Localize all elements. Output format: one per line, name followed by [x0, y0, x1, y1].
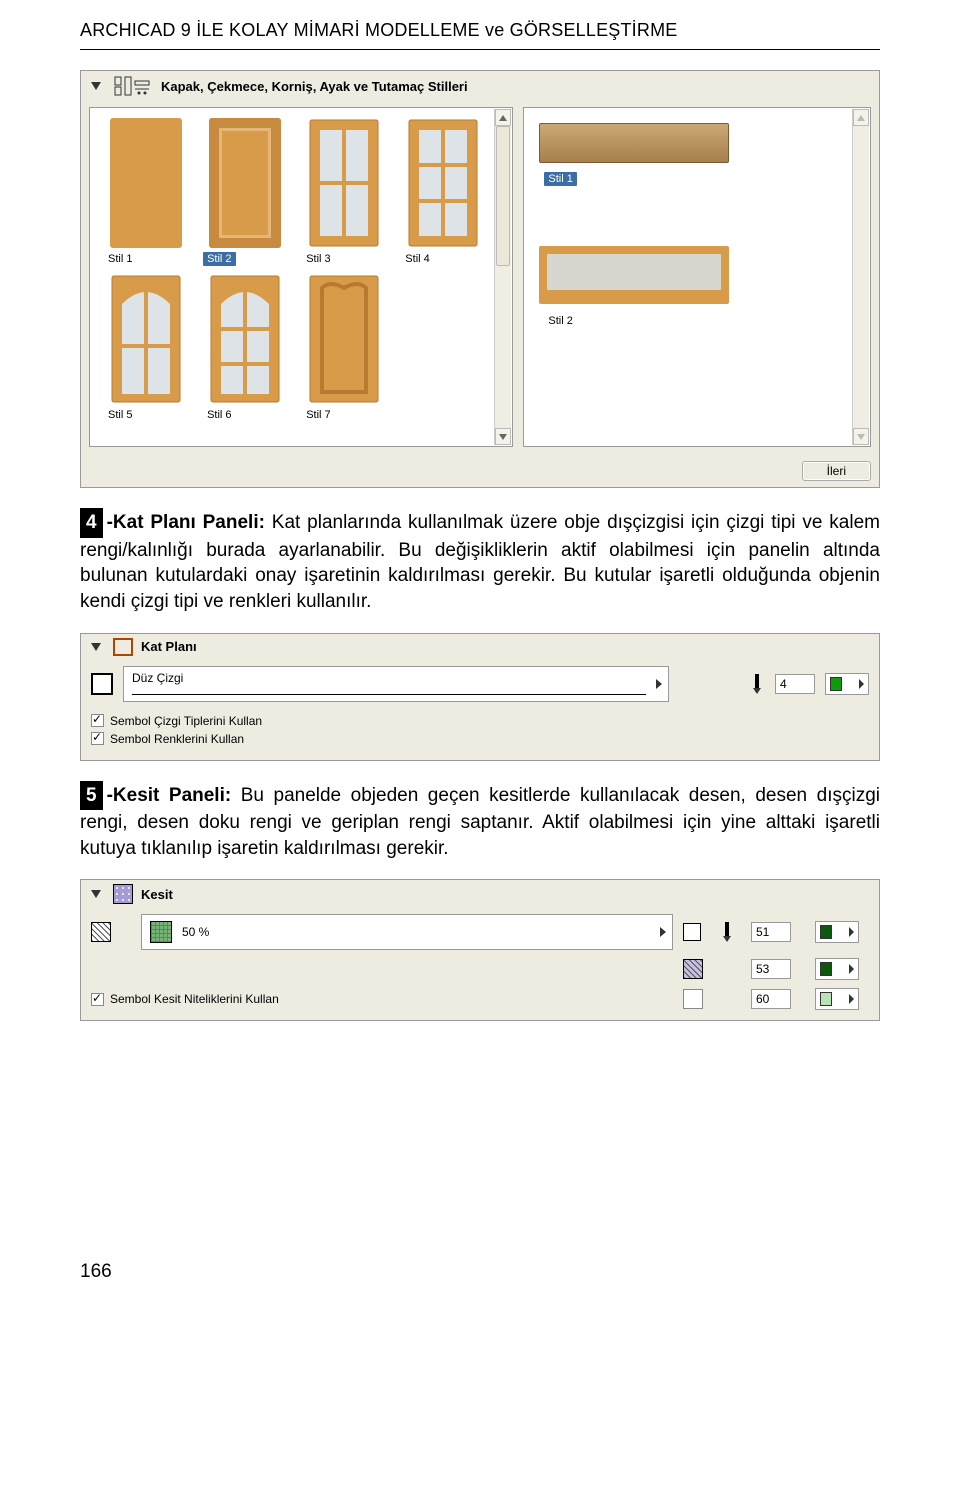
door-style-5[interactable]: Stil 5	[98, 272, 193, 424]
dropdown-arrow-icon	[660, 927, 666, 937]
pen-color-chip[interactable]	[825, 673, 869, 695]
door-styles-list[interactable]: Stil 1 Stil 2	[89, 107, 513, 447]
door-style-4[interactable]: Stil 4	[395, 116, 490, 268]
styles-panel-header[interactable]: Kapak, Çekmece, Korniş, Ayak ve Tutamaç …	[81, 71, 879, 101]
katplani-panel-header[interactable]: Kat Planı	[81, 634, 879, 660]
styles-panel: Kapak, Çekmece, Korniş, Ayak ve Tutamaç …	[80, 70, 880, 488]
kesit-panel-header[interactable]: Kesit	[81, 880, 879, 908]
hatch-fg-icon	[683, 959, 703, 979]
door-style-3[interactable]: Stil 3	[296, 116, 391, 268]
door-style-7[interactable]: Stil 7	[296, 272, 391, 424]
style-category-icons	[113, 75, 153, 97]
checkbox-sembol-renkleri[interactable]: Sembol Renklerini Kullan	[91, 732, 869, 746]
page-number: 166	[80, 1261, 880, 1283]
pen-number-input[interactable]: 4	[775, 674, 815, 694]
hatch-bg-icon	[683, 989, 703, 1009]
pen-color-chip-2[interactable]	[815, 958, 859, 980]
chevron-down-icon[interactable]	[91, 82, 101, 90]
pen-number-input-1[interactable]: 51	[751, 922, 791, 942]
scroll-down-button[interactable]	[853, 428, 869, 445]
paragraph-5: 5-Kesit Paneli: Bu panelde objeden geçen…	[80, 781, 880, 862]
pen-icon	[749, 674, 765, 694]
material-styles-scrollbar[interactable]	[852, 109, 869, 445]
header-rule	[80, 49, 880, 50]
dropdown-arrow-icon	[656, 679, 662, 689]
ileri-button[interactable]: İleri	[802, 461, 871, 481]
checkbox-sembol-cizgi-tipleri[interactable]: Sembol Çizgi Tiplerini Kullan	[91, 714, 869, 728]
katplani-panel: Kat Planı Düz Çizgi 4 Sembo	[80, 633, 880, 761]
material-styles-list[interactable]: Stil 1 Stil 2	[523, 107, 871, 447]
pen-color-chip-3[interactable]	[815, 988, 859, 1010]
door-style-1[interactable]: Stil 1	[98, 116, 193, 268]
outline-swatch-icon	[683, 923, 701, 941]
fill-pattern-selector[interactable]: 50 %	[141, 914, 673, 950]
chevron-down-icon[interactable]	[91, 643, 101, 651]
kesit-header-icon	[113, 884, 133, 904]
cut-fill-icon	[91, 922, 111, 942]
material-style-2[interactable]: Stil 2	[532, 238, 848, 330]
pen-number-input-2[interactable]: 53	[751, 959, 791, 979]
scroll-up-button[interactable]	[853, 109, 869, 126]
kesit-panel: Kesit 50 % 51 53	[80, 879, 880, 1021]
door-style-2[interactable]: Stil 2	[197, 116, 292, 268]
pen-icon	[719, 922, 735, 942]
outline-swatch-icon	[91, 673, 113, 695]
number-marker-5: 5	[80, 781, 103, 811]
scroll-up-button[interactable]	[495, 109, 511, 126]
scroll-thumb[interactable]	[496, 126, 510, 266]
pen-number-input-3[interactable]: 60	[751, 989, 791, 1009]
line-type-selector[interactable]: Düz Çizgi	[123, 666, 669, 702]
checkbox-sembol-kesit[interactable]: Sembol Kesit Niteliklerini Kullan	[91, 992, 673, 1006]
door-style-6[interactable]: Stil 6	[197, 272, 292, 424]
paragraph-4: 4-Kat Planı Paneli: Kat planlarında kull…	[80, 508, 880, 615]
styles-panel-title: Kapak, Çekmece, Korniş, Ayak ve Tutamaç …	[161, 79, 468, 94]
scroll-down-button[interactable]	[495, 428, 511, 445]
katplani-panel-title: Kat Planı	[141, 639, 197, 654]
katplani-header-icon	[113, 638, 133, 656]
page-header: ARCHICAD 9 İLE KOLAY MİMARİ MODELLEME ve…	[80, 20, 880, 41]
number-marker-4: 4	[80, 508, 103, 538]
material-style-1[interactable]: Stil 1	[532, 116, 848, 188]
pen-color-chip-1[interactable]	[815, 921, 859, 943]
door-styles-scrollbar[interactable]	[494, 109, 511, 445]
kesit-panel-title: Kesit	[141, 887, 173, 902]
chevron-down-icon[interactable]	[91, 890, 101, 898]
